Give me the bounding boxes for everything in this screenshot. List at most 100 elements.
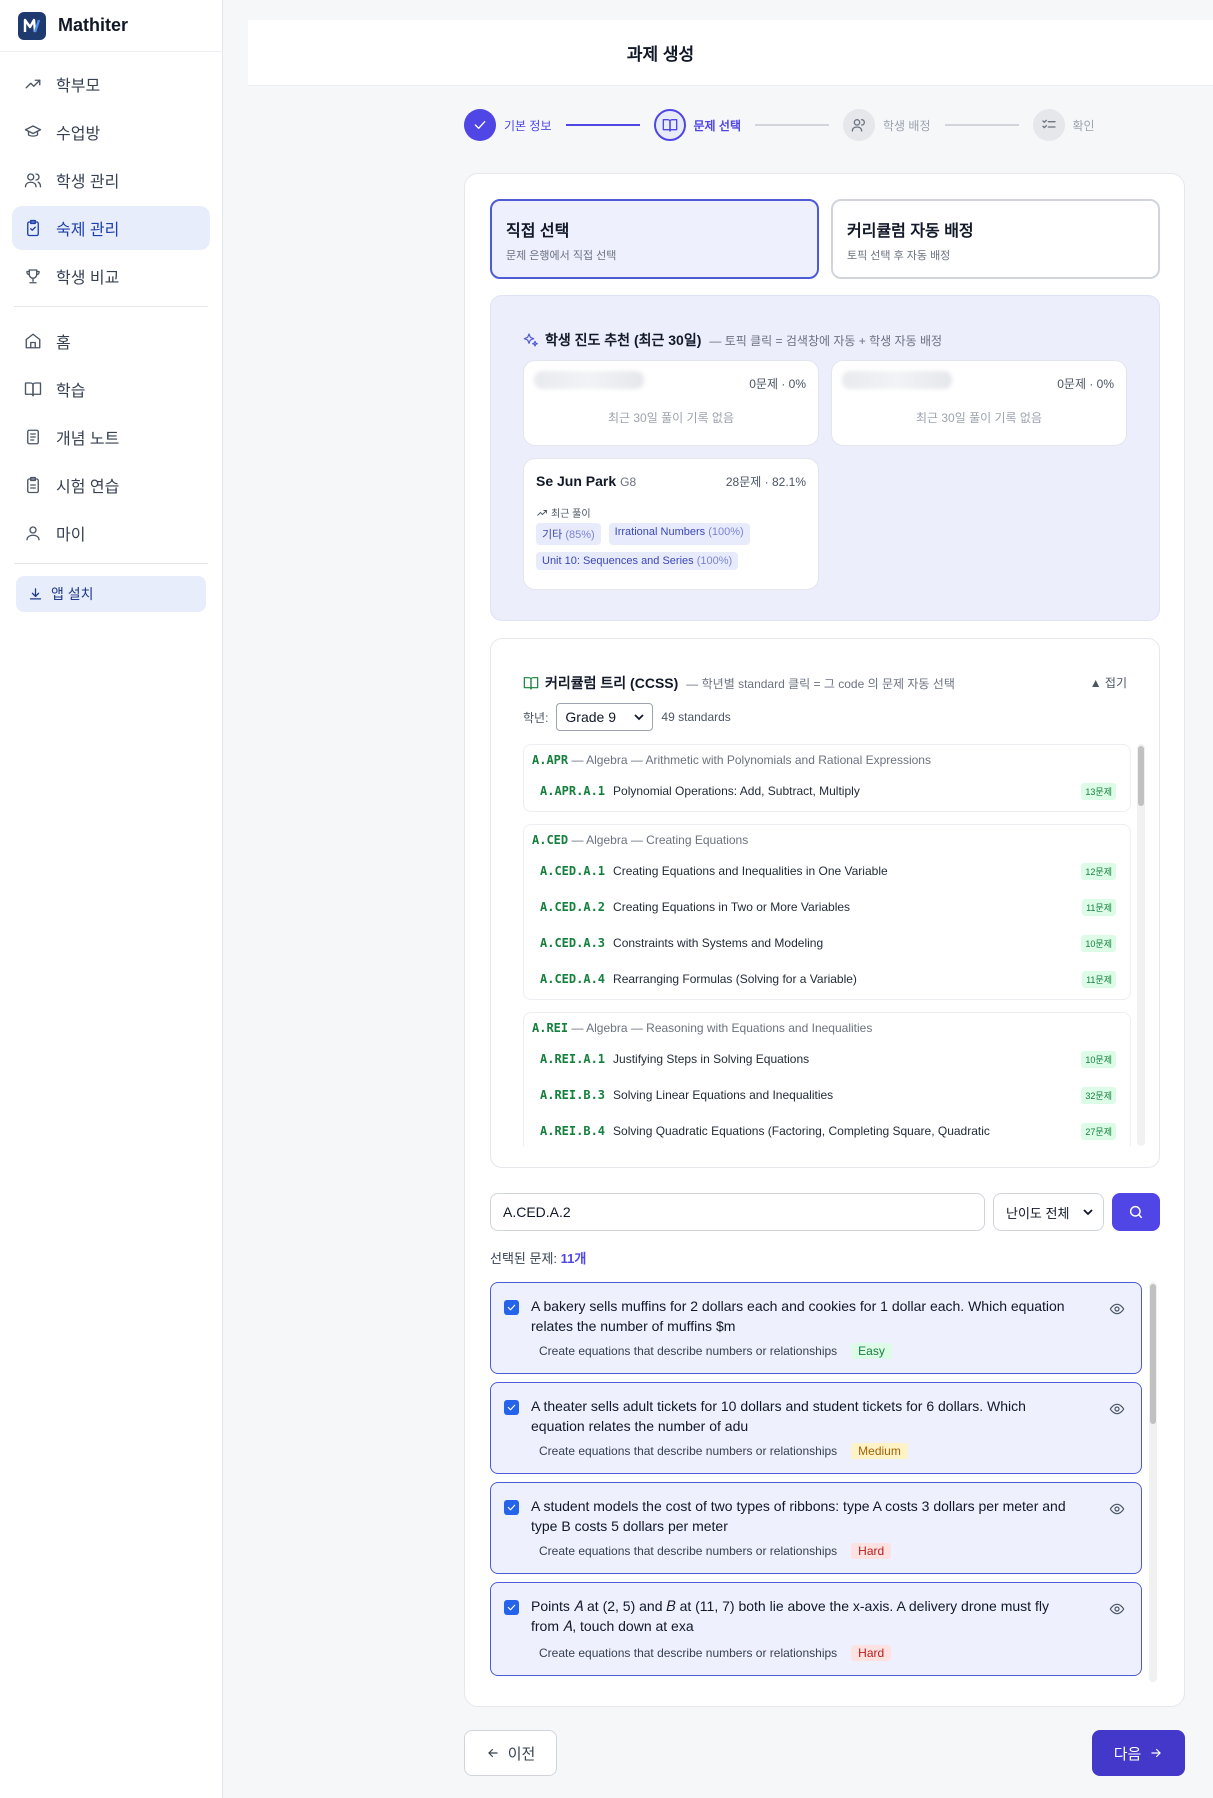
prev-button[interactable]: 이전 xyxy=(464,1730,557,1776)
selected-count: 선택된 문제: 11개 xyxy=(490,1248,586,1267)
question-checkbox[interactable] xyxy=(504,1300,519,1315)
topic-tag[interactable]: 기타 (85%) xyxy=(536,523,601,545)
mode-curriculum-auto[interactable]: 커리큘럼 자동 배정 토픽 선택 후 자동 배정 xyxy=(831,199,1160,279)
scrollbar-thumb[interactable] xyxy=(1138,746,1144,806)
topic-tag[interactable]: Irrational Numbers (100%) xyxy=(608,523,750,545)
question-text: A theater sells adult tickets for 10 dol… xyxy=(531,1398,1026,1434)
check-icon xyxy=(474,121,486,129)
check-icon xyxy=(507,1504,516,1511)
grade-label: 학년: xyxy=(523,710,549,725)
question-count-badge: 12문제 xyxy=(1081,863,1116,880)
student-grade: G8 xyxy=(620,475,637,489)
curriculum-tree-title: 커리큘럼 트리 (CCSS) xyxy=(545,675,679,691)
mode-subtitle: 문제 은행에서 직접 선택 xyxy=(506,250,617,262)
topic-tag-name: 기타 xyxy=(542,529,563,541)
group-header: A.APR — Algebra — Arithmetic with Polyno… xyxy=(532,753,1122,767)
home-icon xyxy=(25,333,41,349)
sidebar-item-label: 학생 관리 xyxy=(56,174,120,191)
eye-icon[interactable] xyxy=(1109,1301,1125,1317)
question-item[interactable]: A bakery sells muffins for 2 dollars eac… xyxy=(490,1282,1142,1374)
question-count-badge: 11문제 xyxy=(1082,971,1116,988)
step-confirm[interactable]: 확인 xyxy=(1032,109,1095,141)
question-checkbox[interactable] xyxy=(504,1500,519,1515)
arrow-left-icon xyxy=(488,1748,498,1758)
step-basic-info[interactable]: 기본 정보 xyxy=(464,109,552,141)
step-done-circle xyxy=(464,109,496,141)
grade-select[interactable]: Grade 9 xyxy=(556,703,654,731)
grade-row: 학년: Grade 9 49 standards xyxy=(523,703,731,731)
list-checks-icon xyxy=(1041,119,1056,129)
standard-item[interactable]: A.CED.A.4 Rearranging Formulas (Solving f… xyxy=(532,961,1122,997)
sidebar-item-learn[interactable]: 학습 xyxy=(12,367,210,411)
scrollbar-thumb[interactable] xyxy=(1150,1284,1156,1424)
question-checkbox[interactable] xyxy=(504,1600,519,1615)
step-label: 확인 xyxy=(1072,118,1095,133)
question-checkbox[interactable] xyxy=(504,1400,519,1415)
question-item[interactable]: A theater sells adult tickets for 10 dol… xyxy=(490,1382,1142,1474)
eye-icon[interactable] xyxy=(1109,1401,1125,1417)
sidebar-item-parents[interactable]: 학부모 xyxy=(12,62,210,106)
question-select-card: 직접 선택 문제 은행에서 직접 선택 커리큘럼 자동 배정 토픽 선택 후 자… xyxy=(464,173,1185,1707)
difficulty-badge: Medium xyxy=(851,1443,908,1459)
sidebar-item-compare[interactable]: 학생 비교 xyxy=(12,254,210,298)
standard-name: Creating Equations in Two or More Variab… xyxy=(613,900,851,914)
recommendation-header: 학생 진도 추천 (최근 30일) — 토픽 클릭 = 검색창에 자동 + 학생… xyxy=(523,330,942,350)
eye-icon[interactable] xyxy=(1109,1501,1125,1517)
standards-list: A.APR — Algebra — Arithmetic with Polyno… xyxy=(523,744,1131,1146)
curriculum-tree-header: 커리큘럼 트리 (CCSS) — 학년별 standard 클릭 = 그 cod… xyxy=(523,673,955,693)
mode-direct-select[interactable]: 직접 선택 문제 은행에서 직접 선택 xyxy=(490,199,819,279)
student-card[interactable]: 0문제 · 0% 최근 30일 풀이 기록 없음 xyxy=(831,360,1127,446)
standard-item[interactable]: A.REI.B.4 Solving Quadratic Equations (Fa… xyxy=(532,1113,1122,1146)
tree-scrollbar[interactable] xyxy=(1137,744,1145,1146)
step-question-select[interactable]: 문제 선택 xyxy=(653,109,741,141)
standard-name: Justifying Steps in Solving Equations xyxy=(613,1052,810,1066)
install-app-button[interactable]: 앱 설치 xyxy=(16,576,206,612)
user-icon xyxy=(26,526,40,541)
standard-item[interactable]: A.APR.A.1 Polynomial Operations: Add, Sub… xyxy=(532,773,1122,809)
question-list-scrollbar[interactable] xyxy=(1149,1282,1157,1682)
clipboard-check-icon xyxy=(27,219,39,237)
search-input[interactable]: A.CED.A.2 xyxy=(490,1193,985,1231)
standards-count: 49 standards xyxy=(661,710,731,724)
sidebar-item-home[interactable]: 홈 xyxy=(12,319,210,363)
student-card[interactable]: Se Jun Park G8 28문제 · 82.1% 최근 풀이 기타 (85%… xyxy=(523,458,819,590)
sidebar-item-label: 수업방 xyxy=(56,126,101,143)
step-student-assign[interactable]: 학생 배정 xyxy=(843,109,931,141)
standard-item[interactable]: A.CED.A.2 Creating Equations in Two or Mo… xyxy=(532,889,1122,925)
standard-name: Constraints with Systems and Modeling xyxy=(613,936,824,950)
question-item[interactable]: Points 𝐴 at (2, 5) and 𝐵 at (11, 7) both… xyxy=(490,1582,1142,1676)
student-stat: 0문제 · 0% xyxy=(749,377,806,391)
step-label: 학생 배정 xyxy=(883,118,931,133)
sidebar-item-label: 마이 xyxy=(56,527,86,544)
topic-tag[interactable]: Unit 10: Sequences and Series (100%) xyxy=(536,552,739,570)
sidebar-item-concept-notes[interactable]: 개념 노트 xyxy=(12,415,210,459)
standard-item[interactable]: A.REI.B.3 Solving Linear Equations and In… xyxy=(532,1077,1122,1113)
student-card[interactable]: 0문제 · 0% 최근 30일 풀이 기록 없음 xyxy=(523,360,819,446)
sidebar-item-my[interactable]: 마이 xyxy=(12,511,210,555)
users-icon xyxy=(851,119,865,132)
standard-item[interactable]: A.REI.A.1 Justifying Steps in Solving Equ… xyxy=(532,1041,1122,1077)
difficulty-badge: Hard xyxy=(851,1543,892,1559)
step-upcoming-circle xyxy=(1032,109,1065,141)
group-desc: — Algebra — Creating Equations xyxy=(571,833,749,847)
next-button[interactable]: 다음 xyxy=(1092,1730,1185,1776)
collapse-button[interactable]: ▲ 접기 xyxy=(1090,674,1127,691)
trophy-icon xyxy=(26,269,40,284)
standard-item[interactable]: A.CED.A.1 Creating Equations and Inequali… xyxy=(532,853,1122,889)
difficulty-select[interactable]: 난이도 전체 xyxy=(993,1193,1104,1231)
standard-item[interactable]: A.CED.A.3 Constraints with Systems and Mo… xyxy=(532,925,1122,961)
question-item[interactable]: A student models the cost of two types o… xyxy=(490,1482,1142,1574)
sidebar-item-exam-practice[interactable]: 시험 연습 xyxy=(12,463,210,507)
brand[interactable]: Mathiter xyxy=(0,0,222,52)
sidebar-item-students[interactable]: 학생 관리 xyxy=(12,158,210,202)
difficulty-badge: Hard xyxy=(851,1645,892,1661)
group-code: A.REI xyxy=(532,1021,569,1035)
eye-icon[interactable] xyxy=(1109,1601,1125,1617)
sidebar-item-label: 홈 xyxy=(56,335,71,352)
student-name-text: Se Jun Park xyxy=(536,473,617,489)
search-button[interactable] xyxy=(1112,1193,1160,1231)
sidebar-item-homework[interactable]: 숙제 관리 xyxy=(12,206,210,250)
standard-code: A.REI.B.3 xyxy=(540,1088,606,1102)
standard-name: Solving Quadratic Equations (Factoring, … xyxy=(613,1124,990,1138)
sidebar-item-classroom[interactable]: 수업방 xyxy=(12,110,210,154)
